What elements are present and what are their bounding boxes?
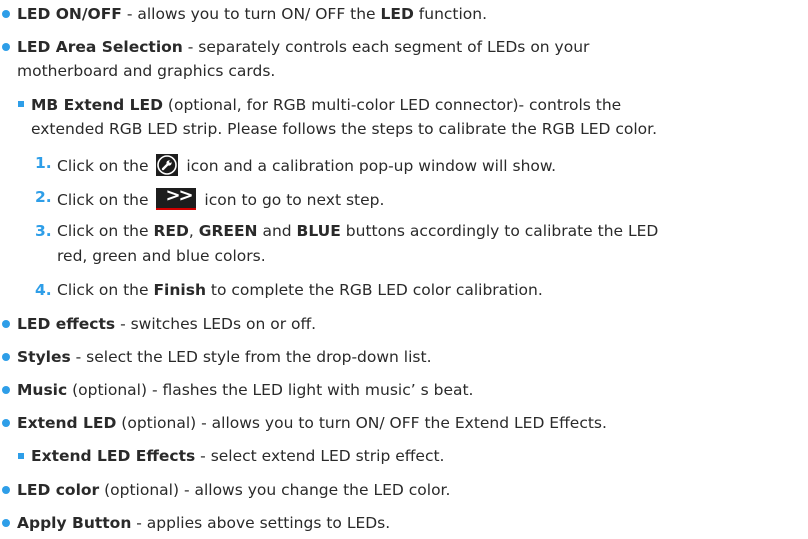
term: Apply Button [17,514,132,532]
desc: - select the LED style from the drop-dow… [70,348,432,366]
bullet-dot [2,519,10,527]
item-extend-led-effects: Extend LED Effects - select extend LED s… [31,447,444,465]
step-number: 2. [35,188,52,206]
bullet-square [18,453,24,459]
term: RED [153,222,189,240]
desc: (optional, for RGB multi-color LED conne… [163,96,622,114]
bullet-dot [2,353,10,361]
item-apply-button: Apply Button - applies above settings to… [17,514,390,532]
item-led-effects: LED effects - switches LEDs on or off. [17,315,316,333]
bullet-dot [2,386,10,394]
document-page: LED ON/OFF - allows you to turn ON/ OFF … [0,0,808,539]
step-text: icon and a calibration pop-up window wil… [181,157,557,175]
step-number: 4. [35,281,52,299]
desc: - switches LEDs on or off. [115,315,317,333]
step-3-cont: red, green and blue colors. [57,247,266,265]
desc: - select extend LED strip effect. [195,447,445,465]
step-text: Click on the [57,222,154,240]
step-4: Click on the Finish to complete the RGB … [57,281,543,299]
bullet-square [18,101,24,107]
term: BLUE [296,222,341,240]
step-text: Click on the [57,157,154,175]
term: LED Area Selection [17,38,183,56]
desc: (optional) - allows you change the LED c… [99,481,451,499]
bullet-dot [2,419,10,427]
step-text: to complete the RGB LED color calibratio… [205,281,543,299]
bullet-dot [2,10,10,18]
step-text: , [188,222,199,240]
step-number: 3. [35,222,52,240]
wrench-icon [156,154,179,176]
step-text: Click on the [57,281,154,299]
step-3: Click on the RED, GREEN and BLUE buttons… [57,222,658,240]
term: LED effects [17,315,116,333]
bullet-dot [2,486,10,494]
desc: - allows you to turn ON/ OFF the [121,5,381,23]
term: Extend LED [17,414,117,432]
desc: (optional) - flashes the LED light with … [67,381,474,399]
desc: - applies above settings to LEDs. [131,514,391,532]
double-chevron-right-icon: >> [156,187,197,210]
step-text: Click on the [57,191,154,209]
desc: function. [413,5,488,23]
item-music: Music (optional) - flashes the LED light… [17,381,473,399]
step-1: Click on the icon and a calibration pop-… [57,154,556,176]
term: LED color [17,481,100,499]
desc: - separately controls each segment of LE… [182,38,590,56]
term: Extend LED Effects [31,447,196,465]
step-2: Click on the >> icon to go to next step. [57,187,385,210]
term: Styles [17,348,71,366]
bullet-dot [2,43,10,51]
step-text: buttons accordingly to calibrate the LED [340,222,659,240]
item-area-selection-cont: motherboard and graphics cards. [17,62,276,80]
item-area-selection: LED Area Selection - separately controls… [17,38,589,56]
term: LED ON/OFF [17,5,122,23]
item-mb-extend-cont: extended RGB LED strip. Please follows t… [31,120,658,138]
desc: (optional) - allows you to turn ON/ OFF … [116,414,607,432]
term: Music [17,381,68,399]
item-styles: Styles - select the LED style from the d… [17,348,432,366]
bullet-dot [2,320,10,328]
item-mb-extend: MB Extend LED (optional, for RGB multi-c… [31,96,621,114]
step-text: icon to go to next step. [199,191,385,209]
step-text: and [257,222,297,240]
term: Finish [153,281,206,299]
term: LED [380,5,414,23]
term: GREEN [198,222,258,240]
term: MB Extend LED [31,96,163,114]
item-led-onoff: LED ON/OFF - allows you to turn ON/ OFF … [17,5,487,23]
item-led-color: LED color (optional) - allows you change… [17,481,450,499]
item-extend-led: Extend LED (optional) - allows you to tu… [17,414,607,432]
step-number: 1. [35,154,52,172]
